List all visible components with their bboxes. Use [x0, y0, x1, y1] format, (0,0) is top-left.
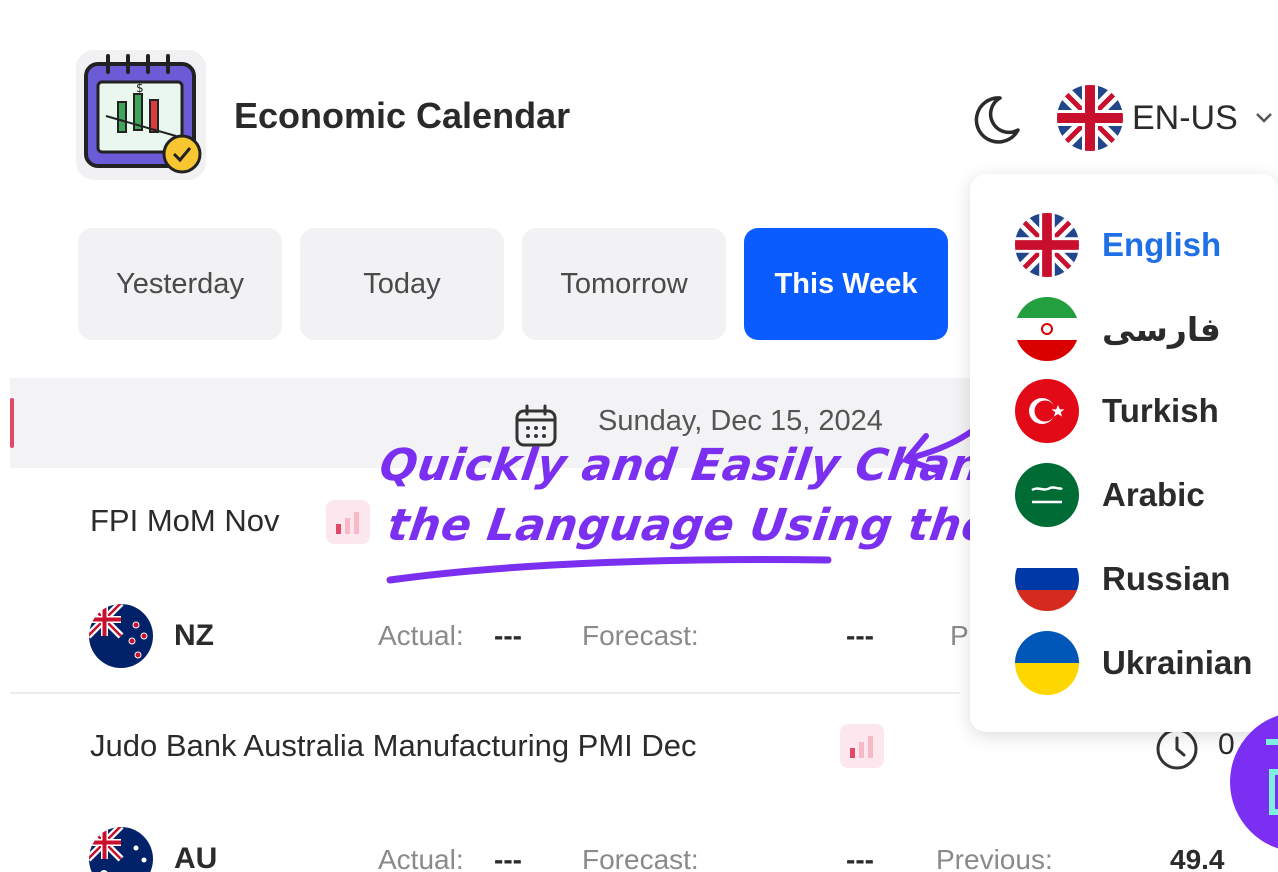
previous-value: 49.4 — [1170, 844, 1225, 872]
language-option-turkish[interactable]: Turkish — [1014, 376, 1278, 446]
language-label: Arabic — [1102, 476, 1205, 513]
language-selector[interactable]: EN-US — [1056, 82, 1278, 154]
uk-flag-icon — [1057, 85, 1123, 151]
turkey-flag-icon — [1015, 379, 1079, 443]
chat-widget-button[interactable] — [1226, 712, 1278, 852]
previous-label: Previous: — [936, 844, 1053, 872]
language-option-ukrainian[interactable]: Ukrainian — [1014, 628, 1278, 698]
language-option-english[interactable]: English — [1014, 210, 1278, 280]
impact-icon — [840, 724, 884, 768]
date-accent-mark — [10, 398, 14, 448]
forecast-label: Forecast: — [582, 620, 699, 651]
bar-chart-icon — [336, 512, 359, 534]
country-code: NZ — [174, 619, 214, 652]
svg-text:$: $ — [136, 81, 144, 95]
tab-yesterday[interactable]: Yesterday — [78, 228, 282, 340]
calendar-chart-icon: $ — [84, 54, 202, 174]
ukraine-flag-icon — [1015, 631, 1079, 695]
moon-icon — [974, 96, 1020, 144]
bar-chart-icon — [850, 736, 873, 758]
russia-flag-icon — [1015, 547, 1079, 611]
australia-flag-icon — [89, 827, 153, 872]
language-option-persian[interactable]: فارسی — [1014, 294, 1278, 364]
tab-this-week[interactable]: This Week — [744, 228, 948, 340]
actual-label: Actual: — [378, 844, 464, 872]
forecast-value: --- — [846, 620, 874, 651]
uk-flag-icon — [1014, 212, 1080, 278]
language-label: English — [1102, 226, 1222, 263]
country-code: AU — [174, 842, 218, 872]
language-label: Turkish — [1102, 392, 1219, 429]
language-code: EN-US — [1132, 98, 1238, 137]
language-option-arabic[interactable]: Arabic — [1014, 460, 1278, 530]
saudi-flag-icon — [1015, 463, 1079, 527]
language-option-russian[interactable]: Russian — [1014, 544, 1278, 614]
actual-value: --- — [494, 844, 522, 872]
forecast-value: --- — [846, 844, 874, 872]
tab-tomorrow[interactable]: Tomorrow — [522, 228, 726, 340]
tab-today[interactable]: Today — [300, 228, 504, 340]
new-zealand-flag-icon — [89, 604, 153, 668]
impact-icon — [326, 500, 370, 544]
language-label: فارسی — [1102, 310, 1221, 348]
row-divider — [10, 692, 960, 694]
clock-icon — [1156, 728, 1198, 770]
event-title[interactable]: FPI MoM Nov — [90, 503, 279, 539]
previous-label: P — [950, 620, 969, 651]
actual-label: Actual: — [378, 620, 464, 651]
language-dropdown: English فارسی Turkish Arabic Russian Ukr… — [970, 174, 1278, 732]
chevron-down-icon — [1255, 113, 1272, 123]
iran-flag-icon — [1015, 297, 1079, 361]
page: $ Economic Calendar EN-US Yesterday Toda… — [0, 0, 1278, 872]
language-label: Russian — [1102, 560, 1231, 597]
actual-value: --- — [494, 620, 522, 651]
annotation-line-1: Quickly and Easily Change — [376, 440, 1049, 491]
event-title[interactable]: Judo Bank Australia Manufacturing PMI De… — [90, 728, 697, 764]
dark-mode-toggle[interactable] — [966, 90, 1026, 150]
app-logo[interactable]: $ — [76, 50, 206, 180]
language-label: Ukrainian — [1102, 644, 1253, 681]
app-title: Economic Calendar — [234, 95, 571, 136]
forecast-label: Forecast: — [582, 844, 699, 872]
